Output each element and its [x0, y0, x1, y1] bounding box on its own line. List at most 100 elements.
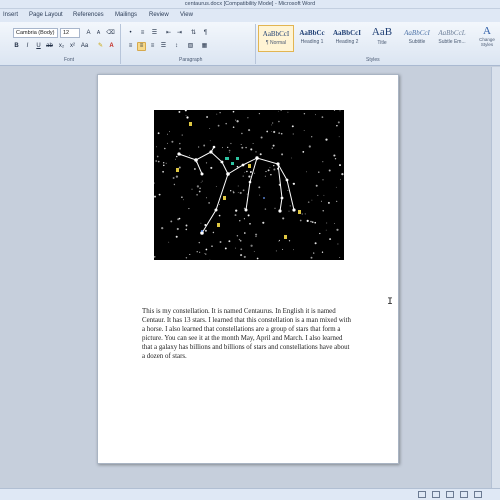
borders-icon[interactable]: ▦	[200, 42, 209, 51]
align-left-icon[interactable]: ≡	[126, 42, 135, 51]
font-name-box[interactable]: Cambria (Body)	[13, 28, 58, 38]
background-star	[299, 219, 302, 222]
background-star	[234, 214, 237, 217]
background-star	[278, 132, 281, 134]
outline-view-icon[interactable]	[460, 491, 468, 498]
font-size-box[interactable]: 12	[60, 28, 80, 38]
change-styles-button[interactable]: A Change Styles	[474, 25, 500, 55]
background-star	[339, 164, 341, 167]
background-star	[228, 149, 231, 152]
italic-icon[interactable]: I	[23, 42, 32, 51]
background-star	[315, 184, 318, 187]
background-star	[243, 218, 245, 220]
background-star	[196, 185, 200, 188]
background-star	[273, 168, 276, 171]
shrink-font-icon[interactable]: A	[94, 29, 103, 38]
bold-icon[interactable]: B	[12, 42, 21, 51]
background-star	[175, 175, 179, 178]
background-star	[310, 256, 313, 259]
background-star	[317, 194, 319, 196]
document-canvas[interactable]: This is my constellation. It is named Ce…	[0, 67, 500, 488]
justify-icon[interactable]: ☰	[159, 42, 168, 51]
background-star	[237, 192, 239, 193]
tab-page-layout[interactable]: Page Layout	[29, 9, 63, 22]
bullets-icon[interactable]: •	[126, 29, 135, 38]
background-star	[333, 110, 336, 111]
background-stars	[154, 110, 344, 260]
strikethrough-icon[interactable]: ab	[45, 42, 54, 51]
background-star	[267, 169, 270, 172]
tab-insert[interactable]: Insert	[3, 9, 18, 22]
print-layout-icon[interactable]	[418, 491, 426, 498]
style-heading-1[interactable]: AaBbCc Heading 1	[294, 25, 330, 52]
background-star	[154, 195, 156, 198]
change-case-icon[interactable]: Aa	[80, 42, 89, 51]
style-subtitle[interactable]: AaBbCcI Subtitle	[399, 25, 435, 52]
superscript-icon[interactable]: x²	[68, 42, 77, 51]
background-star	[235, 247, 237, 249]
background-star	[181, 196, 183, 198]
background-star	[274, 207, 276, 209]
star-labels	[225, 157, 239, 165]
multilevel-list-icon[interactable]: ☰	[150, 29, 159, 38]
style-title[interactable]: AaB Title	[364, 25, 400, 52]
line-spacing-icon[interactable]: ↕	[172, 42, 181, 51]
clear-formatting-icon[interactable]: ⌫	[106, 29, 115, 38]
background-star	[288, 240, 291, 242]
draft-view-icon[interactable]	[474, 491, 482, 498]
background-star	[205, 248, 208, 251]
background-star	[278, 120, 280, 123]
style-subtle-emphasis[interactable]: AaBbCcL Subtle Em...	[434, 25, 470, 52]
background-star	[201, 180, 203, 182]
background-star	[181, 134, 183, 136]
increase-indent-icon[interactable]: ⇥	[175, 29, 184, 38]
align-right-icon[interactable]: ≡	[148, 42, 157, 51]
sort-icon[interactable]: ⇅	[189, 29, 198, 38]
background-star	[264, 175, 266, 177]
style-heading-2[interactable]: AaBbCcI Heading 2	[329, 25, 365, 52]
star-markers	[176, 122, 301, 239]
pilcrow-icon[interactable]: ¶	[201, 29, 210, 38]
shading-icon[interactable]: ▧	[186, 42, 195, 51]
background-star	[232, 191, 235, 194]
web-layout-icon[interactable]	[446, 491, 454, 498]
document-page[interactable]: This is my constellation. It is named Ce…	[97, 74, 399, 464]
background-star	[219, 204, 221, 206]
vertical-scrollbar[interactable]	[491, 67, 500, 488]
background-star	[232, 190, 234, 192]
background-star	[336, 200, 338, 203]
background-star	[163, 162, 165, 164]
background-star	[311, 136, 313, 138]
align-center-icon[interactable]: ≡	[137, 42, 146, 51]
background-star	[212, 231, 215, 234]
style-normal[interactable]: AaBbCcI ¶ Normal	[258, 25, 294, 52]
ribbon: Cambria (Body) 12 A A ⌫ B I U ab x₂ x² A…	[0, 22, 500, 66]
background-star	[155, 160, 158, 162]
background-star	[291, 157, 293, 159]
full-screen-reading-icon[interactable]	[432, 491, 440, 498]
grow-font-icon[interactable]: A	[84, 29, 93, 38]
background-star	[161, 226, 164, 230]
background-star	[291, 125, 294, 128]
highlight-icon[interactable]: ✎	[96, 42, 105, 51]
background-star	[266, 130, 269, 133]
background-star	[311, 199, 313, 201]
background-star	[325, 229, 327, 231]
tab-view[interactable]: View	[180, 9, 193, 22]
background-star	[235, 209, 238, 212]
font-color-icon[interactable]: A	[107, 42, 116, 51]
subscript-icon[interactable]: x₂	[57, 42, 66, 51]
tab-mailings[interactable]: Mailings	[115, 9, 137, 22]
underline-icon[interactable]: U	[34, 42, 43, 51]
background-star	[253, 172, 255, 174]
tab-review[interactable]: Review	[149, 9, 169, 22]
background-star	[215, 186, 217, 188]
numbering-icon[interactable]: ≡	[138, 29, 147, 38]
centaurus-constellation-image[interactable]	[154, 110, 344, 260]
tab-references[interactable]: References	[73, 9, 104, 22]
background-star	[311, 221, 314, 223]
paragraph-text[interactable]: This is my constellation. It is named Ce…	[142, 308, 354, 361]
background-star	[336, 228, 339, 231]
background-star	[273, 130, 276, 134]
decrease-indent-icon[interactable]: ⇤	[164, 29, 173, 38]
